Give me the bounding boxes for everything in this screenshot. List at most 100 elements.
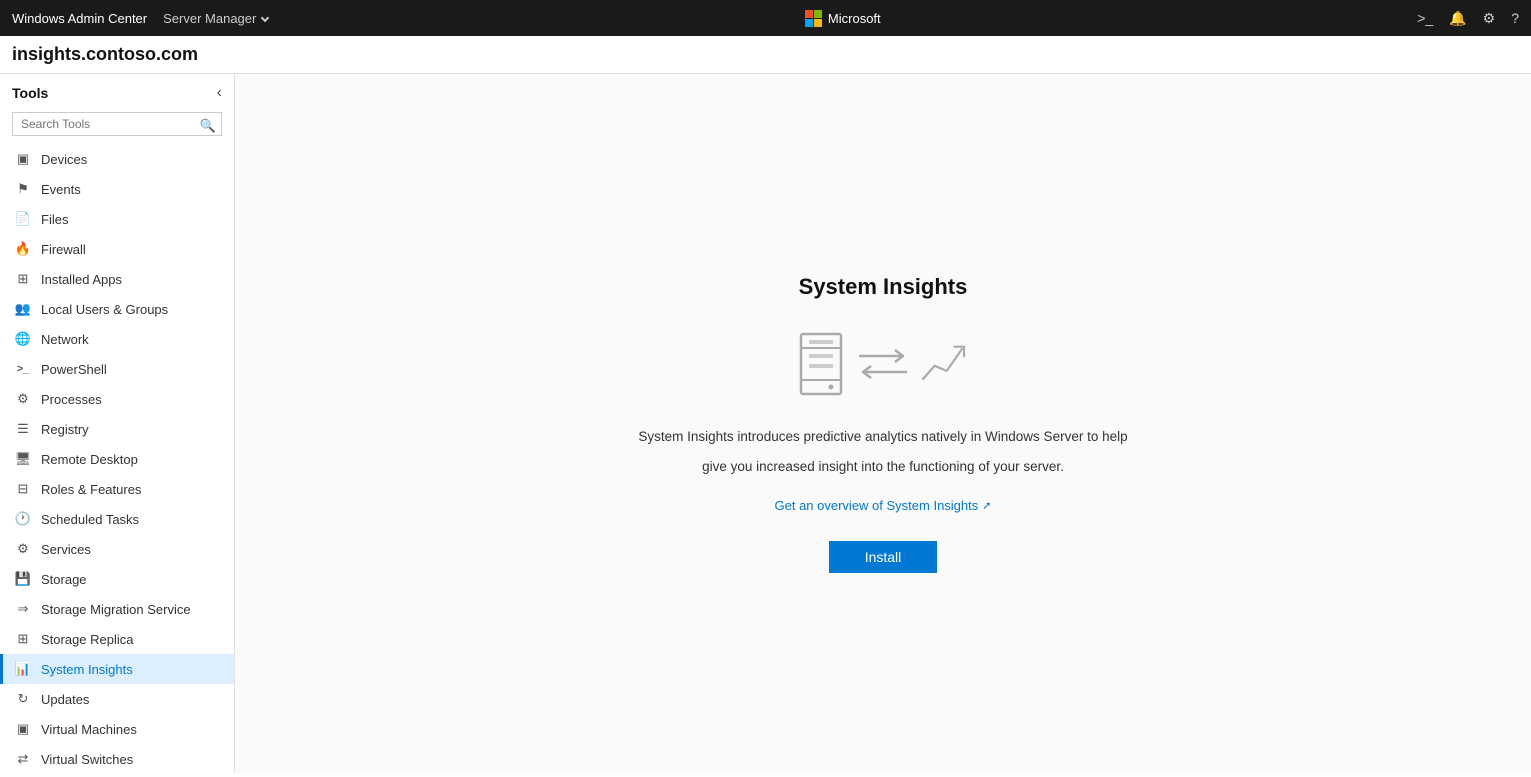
arrows-icon <box>857 346 909 382</box>
tools-label: Tools <box>12 85 48 101</box>
sidebar-item-label: Processes <box>41 392 102 407</box>
scheduled-tasks-icon: 🕐 <box>15 511 31 527</box>
server-manager-label: Server Manager <box>163 11 256 26</box>
sidebar-item-devices[interactable]: ▣ Devices <box>0 144 234 174</box>
updates-icon: ↻ <box>15 691 31 707</box>
registry-icon: ☰ <box>15 421 31 437</box>
sidebar-item-storage[interactable]: 💾 Storage <box>0 564 234 594</box>
sidebar-item-events[interactable]: ⚑ Events <box>0 174 234 204</box>
subtitle-bar: insights.contoso.com <box>0 36 1531 74</box>
topbar-right: >_ 🔔 ⚙ ? <box>1417 10 1519 27</box>
sidebar-nav-list: ▣ Devices ⚑ Events 📄 Files 🔥 Firewall ⊞ … <box>0 144 234 773</box>
events-icon: ⚑ <box>15 181 31 197</box>
terminal-icon[interactable]: >_ <box>1417 10 1433 26</box>
sidebar-item-virtual-switches[interactable]: ⇄ Virtual Switches <box>0 744 234 773</box>
remote-desktop-icon: 🖥 <box>15 451 31 467</box>
sidebar-item-virtual-machines[interactable]: ▣ Virtual Machines <box>0 714 234 744</box>
sidebar-item-powershell[interactable]: >_ PowerShell <box>0 354 234 384</box>
insights-overview-link[interactable]: Get an overview of System Insights ➚ <box>775 498 992 513</box>
sidebar-item-label: Storage Replica <box>41 632 134 647</box>
sidebar-item-label: Virtual Machines <box>41 722 137 737</box>
local-users-icon: 👥 <box>15 301 31 317</box>
roles-icon: ⊟ <box>15 481 31 497</box>
topbar-center: Microsoft <box>805 10 881 27</box>
virtual-machines-icon: ▣ <box>15 721 31 737</box>
settings-icon[interactable]: ⚙ <box>1483 10 1496 27</box>
page-hostname: insights.contoso.com <box>12 44 1519 65</box>
sidebar-item-label: Registry <box>41 422 89 437</box>
sidebar-item-system-insights[interactable]: 📊 System Insights <box>0 654 234 684</box>
sidebar-item-local-users[interactable]: 👥 Local Users & Groups <box>0 294 234 324</box>
sidebar-header: Tools ‹ <box>0 74 234 108</box>
sidebar-item-label: Network <box>41 332 89 347</box>
chevron-down-icon <box>261 14 269 22</box>
help-icon[interactable]: ? <box>1511 10 1519 26</box>
powershell-icon: >_ <box>15 361 31 377</box>
sidebar-item-label: Storage Migration Service <box>41 602 191 617</box>
install-button[interactable]: Install <box>829 541 938 573</box>
insights-panel: System Insights <box>638 274 1127 572</box>
ms-sq4 <box>814 19 822 27</box>
sidebar-item-label: Installed Apps <box>41 272 122 287</box>
sidebar-item-label: Storage <box>41 572 87 587</box>
ms-sq2 <box>814 10 822 18</box>
sidebar-item-firewall[interactable]: 🔥 Firewall <box>0 234 234 264</box>
system-insights-icon: 📊 <box>15 661 31 677</box>
sidebar-item-label: Local Users & Groups <box>41 302 168 317</box>
sidebar-item-label: Services <box>41 542 91 557</box>
sidebar-item-label: Virtual Switches <box>41 752 133 767</box>
trend-icon <box>919 338 971 390</box>
topbar-left: Windows Admin Center Server Manager <box>12 11 268 26</box>
search-icon: 🔍 <box>200 118 216 134</box>
sidebar-item-label: Firewall <box>41 242 86 257</box>
server-manager-menu[interactable]: Server Manager <box>163 11 268 26</box>
insights-link-label: Get an overview of System Insights <box>775 498 979 513</box>
virtual-switches-icon: ⇄ <box>15 751 31 767</box>
firewall-icon: 🔥 <box>15 241 31 257</box>
app-title: Windows Admin Center <box>12 11 147 26</box>
search-input[interactable] <box>12 112 222 136</box>
topbar: Windows Admin Center Server Manager Micr… <box>0 0 1531 36</box>
processes-icon: ⚙ <box>15 391 31 407</box>
sidebar-item-label: Updates <box>41 692 89 707</box>
sidebar-item-label: Roles & Features <box>41 482 141 497</box>
sidebar-item-label: Events <box>41 182 81 197</box>
sidebar-item-processes[interactable]: ⚙ Processes <box>0 384 234 414</box>
ms-sq3 <box>805 19 813 27</box>
installed-apps-icon: ⊞ <box>15 271 31 287</box>
sidebar-item-services[interactable]: ⚙ Services <box>0 534 234 564</box>
ms-squares-icon <box>805 10 822 27</box>
sidebar-item-scheduled-tasks[interactable]: 🕐 Scheduled Tasks <box>0 504 234 534</box>
sidebar-item-registry[interactable]: ☰ Registry <box>0 414 234 444</box>
insights-icons-row <box>795 330 971 398</box>
devices-icon: ▣ <box>15 151 31 167</box>
network-icon: 🌐 <box>15 331 31 347</box>
files-icon: 📄 <box>15 211 31 227</box>
sidebar-item-storage-replica[interactable]: ⊞ Storage Replica <box>0 624 234 654</box>
sidebar-item-storage-migration[interactable]: ⇒ Storage Migration Service <box>0 594 234 624</box>
services-icon: ⚙ <box>15 541 31 557</box>
sidebar-item-updates[interactable]: ↻ Updates <box>0 684 234 714</box>
insights-description-line2: give you increased insight into the func… <box>702 456 1064 478</box>
ms-sq1 <box>805 10 813 18</box>
main-content: System Insights <box>235 74 1531 773</box>
storage-icon: 💾 <box>15 571 31 587</box>
ms-brand-label: Microsoft <box>828 11 881 26</box>
insights-description-line1: System Insights introduces predictive an… <box>638 426 1127 448</box>
sidebar-item-network[interactable]: 🌐 Network <box>0 324 234 354</box>
sidebar-item-remote-desktop[interactable]: 🖥 Remote Desktop <box>0 444 234 474</box>
insights-title: System Insights <box>799 274 968 300</box>
sidebar-item-label: PowerShell <box>41 362 107 377</box>
sidebar-item-label: Scheduled Tasks <box>41 512 139 527</box>
storage-replica-icon: ⊞ <box>15 631 31 647</box>
server-icon <box>795 330 847 398</box>
sidebar-item-files[interactable]: 📄 Files <box>0 204 234 234</box>
bell-icon[interactable]: 🔔 <box>1449 10 1466 27</box>
sidebar-collapse-button[interactable]: ‹ <box>217 84 222 102</box>
sidebar-item-roles-features[interactable]: ⊟ Roles & Features <box>0 474 234 504</box>
sidebar-item-label: Devices <box>41 152 87 167</box>
sidebar-item-installed-apps[interactable]: ⊞ Installed Apps <box>0 264 234 294</box>
sidebar-item-label: System Insights <box>41 662 133 677</box>
microsoft-logo: Microsoft <box>805 10 881 27</box>
sidebar-item-label: Remote Desktop <box>41 452 138 467</box>
